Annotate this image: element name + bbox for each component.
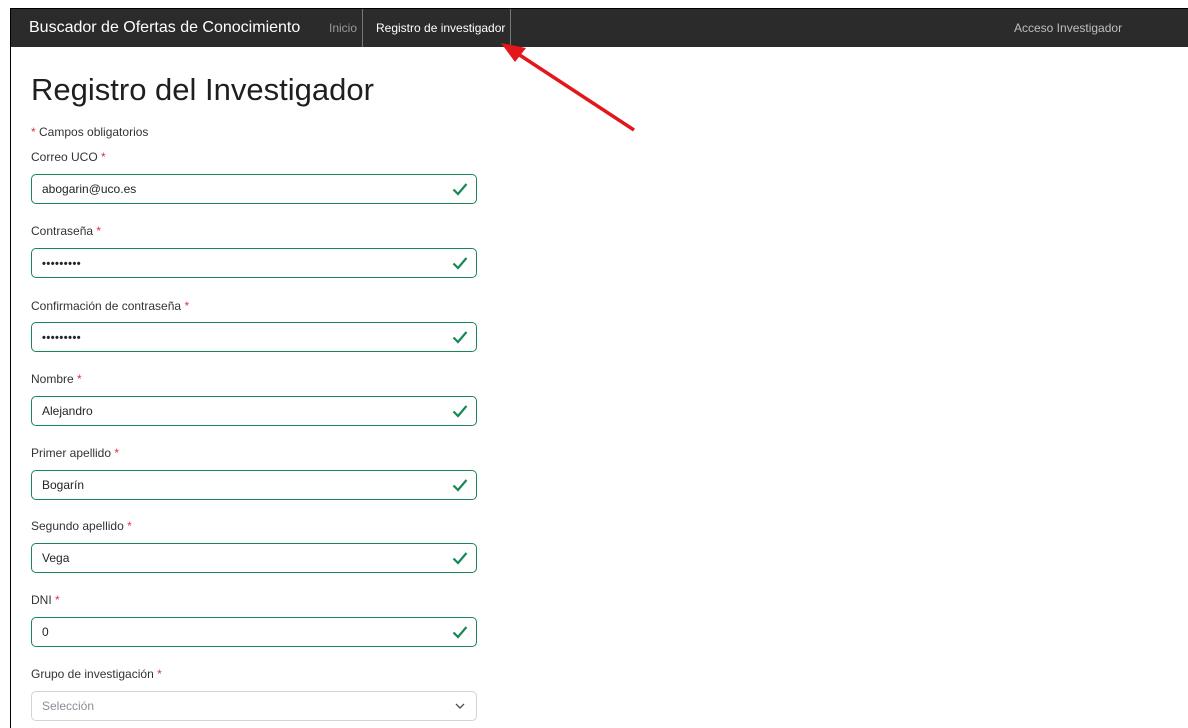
required-star: * xyxy=(55,593,60,607)
top-navbar: Buscador de Ofertas de Conocimiento Inic… xyxy=(11,9,1188,47)
required-star: * xyxy=(96,224,102,238)
label-text: Confirmación de contraseña xyxy=(31,299,182,313)
required-star: * xyxy=(157,667,162,681)
check-icon xyxy=(452,405,468,418)
brand-title[interactable]: Buscador de Ofertas de Conocimiento xyxy=(29,19,300,37)
field-value: Bogarín xyxy=(42,478,85,492)
required-note-text: Campos obligatorios xyxy=(39,125,149,139)
field-value: abogarin@uco.es xyxy=(42,182,137,196)
nav-link-inicio[interactable]: Inicio xyxy=(324,9,364,47)
nav-link-registro[interactable]: Registro de investigador xyxy=(371,9,512,47)
label-text: Segundo apellido xyxy=(31,519,124,533)
password-field[interactable]: ••••••••• xyxy=(31,248,477,278)
password-confirm-field[interactable]: ••••••••• xyxy=(31,322,477,352)
page-title: Registro del Investigador xyxy=(31,72,374,107)
dni-field[interactable]: 0 xyxy=(31,617,477,647)
required-star: * xyxy=(77,372,82,386)
label-confirmacion: Confirmación de contraseña * xyxy=(31,299,189,313)
label-text: Primer apellido xyxy=(31,446,112,460)
field-value: Alejandro xyxy=(42,404,93,418)
field-value: ••••••••• xyxy=(42,332,82,344)
label-nombre: Nombre * xyxy=(31,372,82,386)
check-icon xyxy=(452,479,468,492)
label-correo: Correo UCO * xyxy=(31,150,106,164)
label-text: Grupo de investigación xyxy=(31,667,154,681)
first-name-field[interactable]: Alejandro xyxy=(31,396,477,426)
check-icon xyxy=(452,183,468,196)
label-text: Nombre xyxy=(31,372,74,386)
email-field[interactable]: abogarin@uco.es xyxy=(31,174,477,204)
check-icon xyxy=(452,626,468,639)
chevron-down-icon xyxy=(455,703,465,709)
label-dni: DNI * xyxy=(31,593,60,607)
first-surname-field[interactable]: Bogarín xyxy=(31,470,477,500)
required-star: * xyxy=(101,150,106,164)
required-star: * xyxy=(114,446,120,460)
required-fields-note: * Campos obligatorios xyxy=(31,125,148,139)
app-window: Buscador de Ofertas de Conocimiento Inic… xyxy=(10,8,1188,728)
research-group-select[interactable]: Selección xyxy=(31,691,477,721)
label-text: DNI xyxy=(31,593,52,607)
label-contrasena: Contraseña * xyxy=(31,224,101,238)
label-segundo-apellido: Segundo apellido * xyxy=(31,519,132,533)
nav-link-acceso-investigador[interactable]: Acceso Investigador xyxy=(1014,9,1122,47)
check-icon xyxy=(452,257,468,270)
label-grupo: Grupo de investigación * xyxy=(31,667,162,681)
label-text: Contraseña xyxy=(31,224,94,238)
required-star: * xyxy=(31,125,36,139)
required-star: * xyxy=(127,519,132,533)
check-icon xyxy=(452,331,468,344)
required-star: * xyxy=(184,299,190,313)
field-value: Vega xyxy=(42,551,70,565)
check-icon xyxy=(452,552,468,565)
select-placeholder: Selección xyxy=(42,699,95,713)
field-value: 0 xyxy=(42,625,49,639)
field-value: ••••••••• xyxy=(42,258,82,270)
second-surname-field[interactable]: Vega xyxy=(31,543,477,573)
label-primer-apellido: Primer apellido * xyxy=(31,446,119,460)
label-text: Correo UCO xyxy=(31,150,98,164)
